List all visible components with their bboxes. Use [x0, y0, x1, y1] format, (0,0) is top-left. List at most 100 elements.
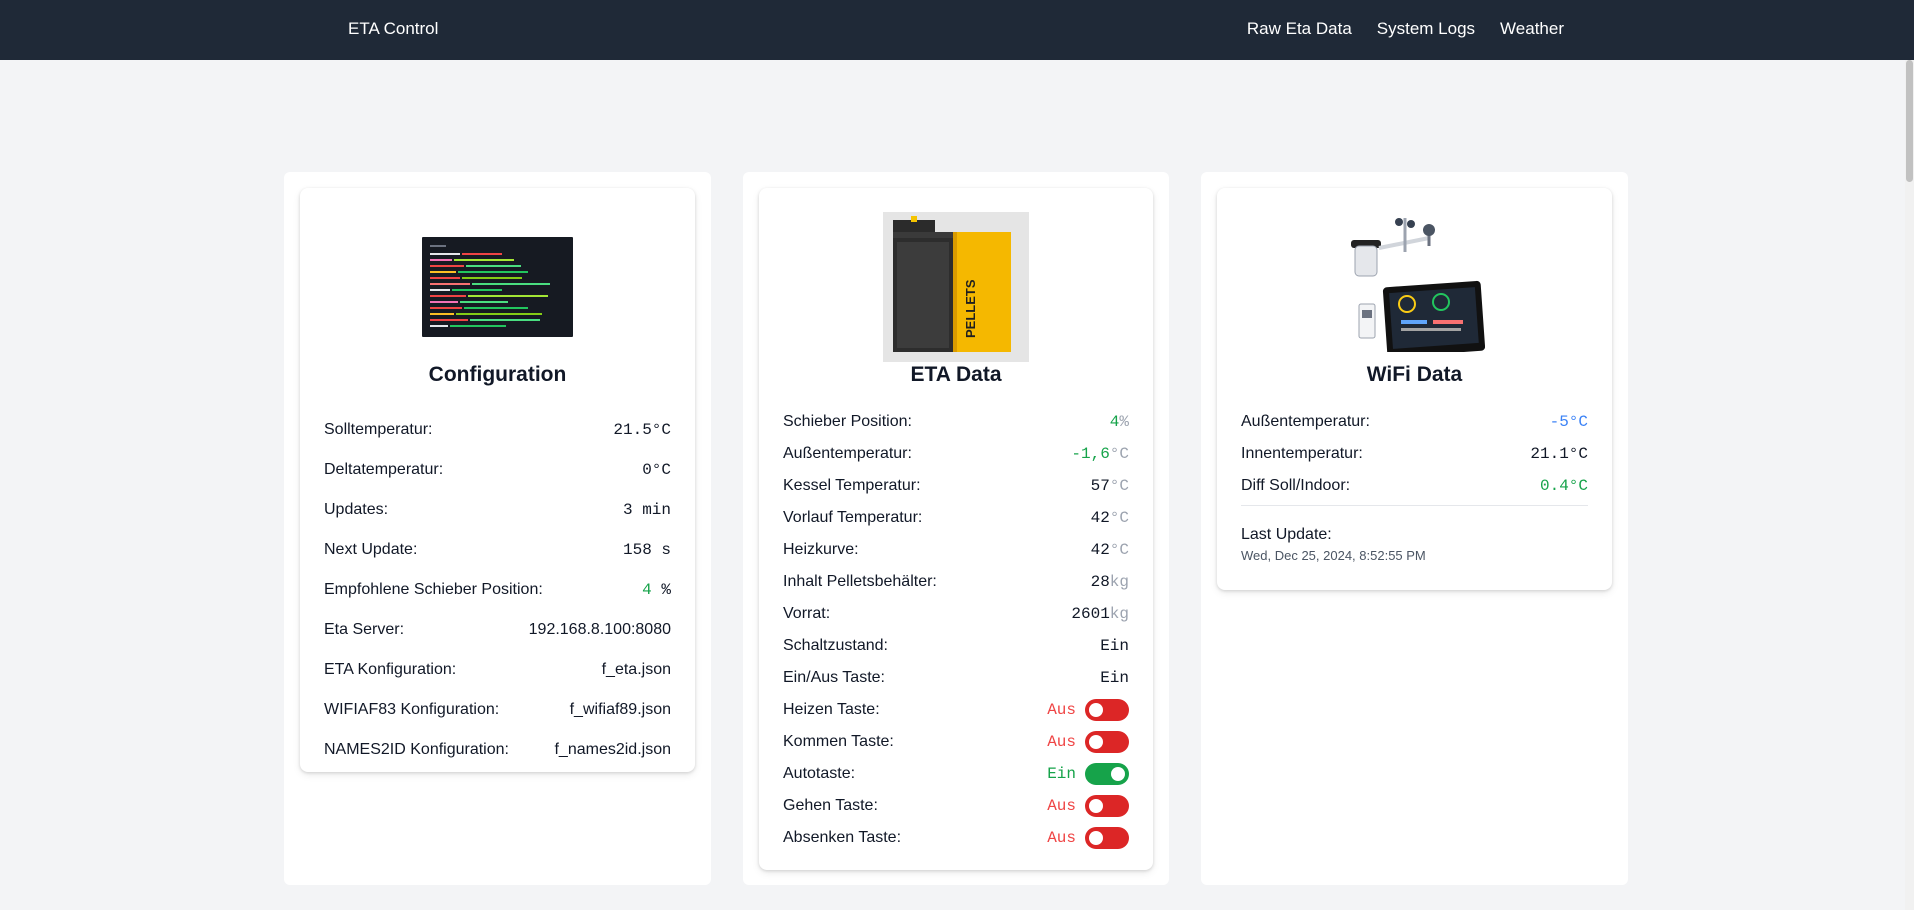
nav-links: Raw Eta Data System Logs Weather — [1247, 18, 1564, 40]
weather-station-image — [1345, 212, 1486, 358]
row-value-number: 57 — [1090, 477, 1110, 495]
row-label: Schaltzustand: — [783, 637, 888, 654]
row-value: 4% — [1110, 413, 1129, 431]
toggle-state-text: Ein — [1047, 765, 1076, 783]
eta-row-schieber-position: Schieber Position: 4% — [783, 406, 1129, 438]
pellet-boiler-image: PELLETS — [883, 212, 1029, 362]
row-label: Heizen Taste: — [783, 701, 880, 718]
row-value: Aus — [1047, 827, 1129, 849]
config-row-empfohlene-schieber-position: Empfohlene Schieber Position: 4 % — [324, 570, 671, 610]
gehen-taste-toggle[interactable] — [1085, 795, 1129, 817]
eta-row-inhalt-pelletsbehaelter: Inhalt Pelletsbehälter: 28 kg — [783, 566, 1129, 598]
row-value: 3 min — [622, 501, 671, 519]
nav-link-system-logs[interactable]: System Logs — [1377, 18, 1475, 40]
row-label: Eta Server: — [324, 621, 405, 638]
row-value: Ein — [1100, 637, 1129, 655]
wifi-row-aussentemperatur: Außentemperatur: -5°C — [1241, 406, 1588, 438]
row-value-unit: kg — [1109, 573, 1129, 591]
row-value: f_wifiaf89.json — [569, 701, 671, 718]
row-value: 2601 kg — [1071, 605, 1129, 623]
configuration-title: Configuration — [428, 363, 567, 386]
absenken-taste-toggle[interactable] — [1085, 827, 1129, 849]
kommen-taste-toggle[interactable] — [1085, 731, 1129, 753]
toggle-state-text: Aus — [1047, 733, 1076, 751]
config-row-deltatemperatur: Deltatemperatur: 0°C — [324, 450, 671, 490]
row-value-unit: % — [661, 581, 671, 599]
wifi-row-innentemperatur: Innentemperatur: 21.1°C — [1241, 438, 1588, 470]
brand-link[interactable]: ETA Control — [348, 18, 438, 40]
code-screenshot-image — [422, 237, 573, 337]
row-value: Aus — [1047, 795, 1129, 817]
divider — [1241, 505, 1588, 506]
nav-link-weather[interactable]: Weather — [1500, 18, 1564, 40]
row-value: 4 % — [642, 581, 671, 599]
row-label: Innentemperatur: — [1241, 445, 1363, 462]
eta-toggle-row-absenken-taste: Absenken Taste: Aus — [783, 822, 1129, 854]
toggle-knob — [1089, 703, 1103, 717]
toggle-knob — [1089, 735, 1103, 749]
row-value-unit: °C — [1109, 509, 1129, 527]
row-value: Aus — [1047, 699, 1129, 721]
wifi-row-diff-soll-indoor: Diff Soll/Indoor: 0.4°C — [1241, 470, 1588, 502]
row-label: Diff Soll/Indoor: — [1241, 477, 1351, 494]
row-value: f_eta.json — [601, 661, 671, 678]
config-row-eta-server: Eta Server: 192.168.8.100:8080 — [324, 610, 671, 650]
eta-data-card: PELLETS ETA Data Schieber Position: 4% A… — [759, 188, 1153, 870]
weather-station-graphic — [1345, 212, 1486, 358]
pellets-label: PELLETS — [963, 279, 978, 338]
row-label: Schieber Position: — [783, 413, 912, 430]
scrollbar-thumb[interactable] — [1906, 60, 1913, 182]
wifi-data-rows: Außentemperatur: -5°C Innentemperatur: 2… — [1241, 406, 1588, 502]
row-value-unit: °C — [1109, 477, 1129, 495]
eta-toggle-row-kommen-taste: Kommen Taste: Aus — [783, 726, 1129, 758]
row-label: Vorrat: — [783, 605, 831, 622]
eta-data-rows: Schieber Position: 4% Außentemperatur: -… — [783, 406, 1129, 854]
row-value-unit: °C — [1109, 541, 1129, 559]
pellet-boiler-graphic: PELLETS — [883, 212, 1029, 362]
row-value-unit: % — [1119, 413, 1129, 431]
row-value: -1,6 °C — [1071, 445, 1129, 463]
configuration-card: Configuration Solltemperatur: 21.5°C Del… — [300, 188, 695, 772]
row-label: NAMES2ID Konfiguration: — [324, 741, 509, 758]
config-row-updates: Updates: 3 min — [324, 490, 671, 530]
row-value-number: 2601 — [1071, 605, 1110, 623]
config-row-wifiaf83-konfiguration: WIFIAF83 Konfiguration: f_wifiaf89.json — [324, 690, 671, 730]
row-label: Deltatemperatur: — [324, 461, 444, 478]
row-value: 42 °C — [1091, 509, 1129, 527]
heizen-taste-toggle[interactable] — [1085, 699, 1129, 721]
row-value: 57 °C — [1091, 477, 1129, 495]
eta-toggle-row-autotaste: Autotaste: Ein — [783, 758, 1129, 790]
last-update-label: Last Update: — [1241, 526, 1332, 543]
wifi-data-title: WiFi Data — [1366, 363, 1463, 386]
row-label: Next Update: — [324, 541, 418, 558]
column-configuration: Configuration Solltemperatur: 21.5°C Del… — [284, 172, 711, 885]
row-label: Kessel Temperatur: — [783, 477, 921, 494]
scrollbar[interactable] — [1905, 60, 1914, 910]
code-lines-graphic — [430, 245, 550, 327]
wifi-data-card: WiFi Data Außentemperatur: -5°C Innentem… — [1217, 188, 1612, 590]
configuration-rows: Solltemperatur: 21.5°C Deltatemperatur: … — [324, 410, 671, 770]
eta-toggle-row-gehen-taste: Gehen Taste: Aus — [783, 790, 1129, 822]
row-label: Updates: — [324, 501, 389, 518]
nav-link-raw-eta-data[interactable]: Raw Eta Data — [1247, 18, 1352, 40]
row-label: Solltemperatur: — [324, 421, 433, 438]
row-value: Aus — [1047, 731, 1129, 753]
config-row-names2id-konfiguration: NAMES2ID Konfiguration: f_names2id.json — [324, 730, 671, 770]
config-row-solltemperatur: Solltemperatur: 21.5°C — [324, 410, 671, 450]
row-value: 192.168.8.100:8080 — [528, 621, 671, 638]
toggle-knob — [1089, 799, 1103, 813]
config-row-eta-konfiguration: ETA Konfiguration: f_eta.json — [324, 650, 671, 690]
row-value-number: 4 — [642, 581, 652, 599]
toggle-knob — [1111, 767, 1125, 781]
row-label: Ein/Aus Taste: — [783, 669, 885, 686]
row-label: Außentemperatur: — [1241, 413, 1370, 430]
row-label: Kommen Taste: — [783, 733, 894, 750]
navbar: ETA Control Raw Eta Data System Logs Wea… — [0, 0, 1914, 60]
row-label: Empfohlene Schieber Position: — [324, 581, 543, 598]
row-value: 0°C — [642, 461, 671, 479]
autotaste-toggle[interactable] — [1085, 763, 1129, 785]
row-value: 28 kg — [1091, 573, 1129, 591]
row-value: Ein — [1100, 669, 1129, 687]
eta-data-title: ETA Data — [910, 363, 1002, 386]
row-label: Heizkurve: — [783, 541, 859, 558]
